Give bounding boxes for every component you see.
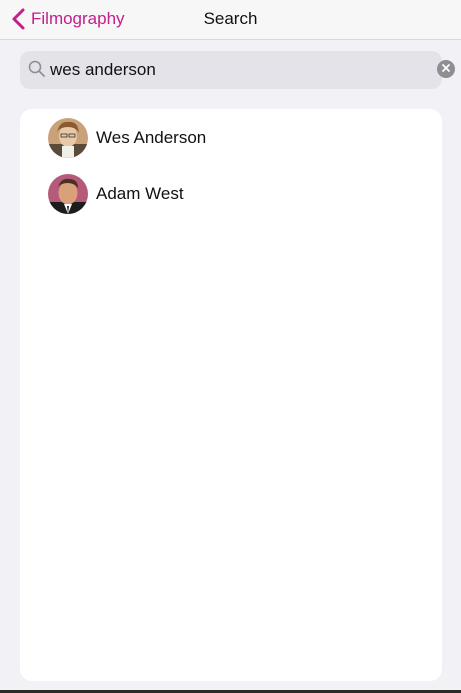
list-item[interactable]: Wes Anderson [20, 110, 442, 166]
avatar [48, 118, 88, 158]
navigation-bar: Filmography Search [0, 0, 461, 40]
search-icon [28, 60, 46, 83]
result-name: Wes Anderson [96, 128, 207, 147]
search-input[interactable] [50, 51, 410, 89]
list-item[interactable]: Adam West [20, 166, 442, 222]
clear-icon [441, 60, 451, 78]
page-title: Search [203, 9, 258, 28]
clear-search-button[interactable] [437, 60, 455, 78]
result-name: Adam West [96, 184, 184, 203]
search-results-list: Wes Anderson Adam West [20, 109, 442, 681]
avatar [48, 174, 88, 214]
search-bar [20, 51, 455, 89]
